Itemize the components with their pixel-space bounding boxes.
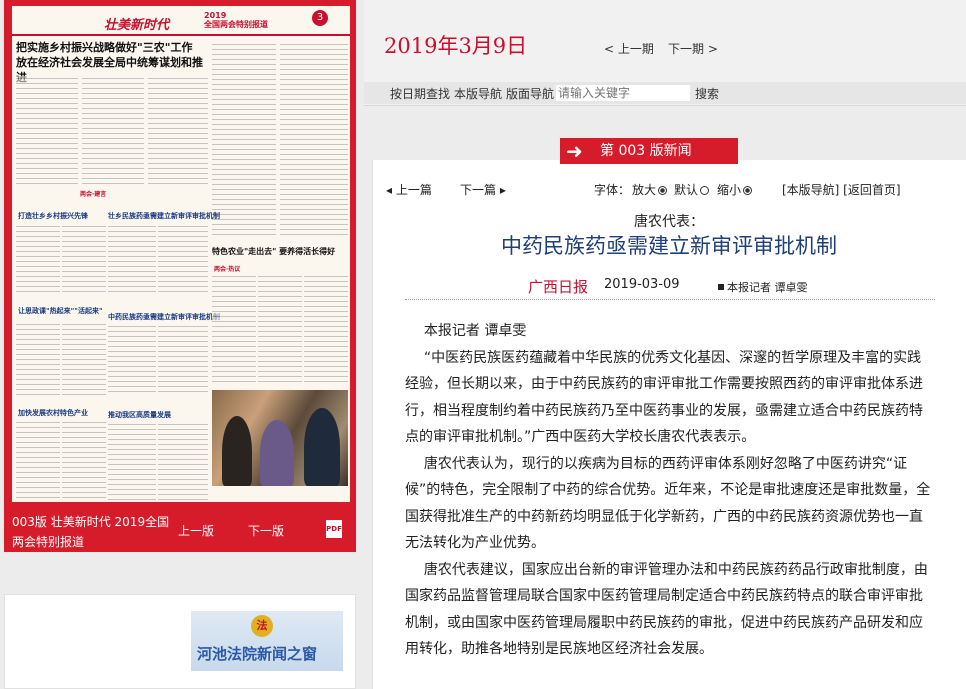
text-column [158,224,208,294]
next-article-label: 下一篇 [460,183,497,197]
article-divider [405,299,935,300]
ad-box: 法 河池法院新闻之窗 [4,594,356,689]
pdf-icon[interactable]: PDF [326,520,342,538]
photo-figure [222,416,252,486]
text-column [212,274,256,386]
newspaper-subhead: 推动我区高质量发展 [108,411,171,419]
newspaper-subbrand-text: 全国两会特别报道 [204,20,268,29]
search-button[interactable]: 搜索 [695,85,719,102]
article-source: 广西日报 [528,278,589,296]
text-column [62,420,106,500]
square-bullet-icon [718,284,724,290]
page-caption: 003版 壮美新时代 2019全国两会特别报道 [12,515,170,549]
article-nav-links[interactable]: [本版导航] [返回首页] [782,181,901,198]
newspaper-photo [212,390,348,486]
text-column [82,76,144,188]
newspaper-page-image[interactable]: 壮美新时代 2019 全国两会特别报道 3 把实施乡村振兴战略做好"三农"工作 … [12,6,350,502]
next-page-link[interactable]: 下一版 [248,522,284,539]
article-body: 本报记者 谭卓雯 “中医药民族医药蕴藏着中华民族的优秀文化基因、深邃的哲学原理及… [405,318,935,663]
text-column [280,42,348,238]
caret-right-icon: ▸ [499,183,506,197]
text-column [258,274,302,386]
prev-page-link[interactable]: 上一版 [178,522,214,539]
caret-left-icon: ◂ [386,183,393,197]
text-column [148,76,208,188]
text-column [158,422,208,500]
newspaper-section-tag: 两会·建言 [80,191,107,198]
article-date: 2019-03-09 [604,277,680,292]
prev-article-link[interactable]: ◂ 上一篇 [386,181,432,198]
article-title: 中药民族药亟需建立新审评审批机制 [501,234,837,258]
newspaper-page-frame: 壮美新时代 2019 全国两会特别报道 3 把实施乡村振兴战略做好"三农"工作 … [4,0,356,552]
font-small-option[interactable]: 缩小 [717,181,753,198]
article-paragraph: 唐农代表建议，国家应出台新的审评管理办法和中药民族药药品行政审批制度，由国家药品… [405,561,928,658]
issue-date: 2019年3月9日 [384,34,528,58]
newspaper-subhead: 让思政课"热起来""活起来" [18,307,103,315]
text-column [16,322,60,396]
date-search-link[interactable]: 按日期查找 [390,85,450,102]
next-article-link[interactable]: 下一篇 ▸ [460,181,506,198]
text-column [16,420,60,500]
newspaper-feature-title: 特色农业"走出去" 要养得活长得好 [212,246,336,256]
article-paragraph: 唐农代表认为，现行的以疾病为目标的西药评审体系刚好忽略了中医药讲究“证候”的特色… [405,455,931,552]
reporter-name: 本报记者 谭卓雯 [727,281,808,294]
section-label: 第 003 版新闻 [600,143,692,159]
text-column [108,224,156,294]
font-default-option[interactable]: 默认 [674,181,710,198]
text-column [108,422,156,500]
prev-issue-link[interactable]: < 上一期 [604,40,654,57]
layout-nav-link[interactable]: 版面导航 [506,85,554,102]
newspaper-subbrand-year: 2019 [204,11,227,20]
text-column [16,76,78,188]
font-default-label: 默认 [674,183,699,197]
text-column [304,274,348,386]
article-reporter: 本报记者 谭卓雯 [718,279,808,295]
text-column [62,322,106,396]
prev-article-label: 上一篇 [395,183,432,197]
font-size-label: 字体： [594,183,631,197]
article-paragraph: 本报记者 谭卓雯 [423,323,527,339]
text-column [158,324,208,396]
newspaper-masthead: 壮美新时代 2019 全国两会特别报道 3 [12,6,350,36]
font-default-radio[interactable] [700,186,710,195]
search-input[interactable] [556,85,690,101]
newspaper-brand: 壮美新时代 [104,18,170,33]
newspaper-subhead: 打造壮乡乡村振兴先锋 [18,212,88,220]
font-big-label: 放大 [632,183,657,197]
court-news-banner[interactable]: 法 河池法院新闻之窗 [191,611,343,671]
newspaper-page-number: 3 [312,10,328,26]
newspaper-subhead: 中药民族药亟需建立新审评审批机制 [108,313,220,321]
font-big-option[interactable]: 放大 [632,181,668,198]
newspaper-section-tag-2: 两会·热议 [214,266,241,273]
photo-figure [304,408,340,486]
font-big-radio[interactable] [658,186,668,195]
banner-text: 河池法院新闻之窗 [197,645,318,663]
arrow-right-icon: ➜ [566,139,583,163]
newspaper-headline-line-1: 把实施乡村振兴战略做好"三农"工作 [16,41,193,54]
text-column [16,224,60,294]
court-emblem-icon: 法 [251,615,273,637]
photo-figure [260,420,294,486]
newspaper-subhead: 壮乡民族药亟需建立新审评审批机制 [108,212,220,220]
newspaper-subhead: 加快发展农村特色产业 [18,409,88,417]
page-nav-link[interactable]: 本版导航 [454,85,502,102]
article-paragraph: “中医药民族医药蕴藏着中华民族的优秀文化基因、深邃的哲学原理及丰富的实践经验，但… [405,349,923,446]
next-issue-link[interactable]: 下一期 > [668,40,718,57]
newspaper-subbrand: 2019 全国两会特别报道 [204,11,268,29]
page-section-tag: ➜ 第 003 版新闻 [560,138,738,164]
font-small-radio[interactable] [743,186,753,195]
text-column [212,42,276,238]
text-column [108,324,156,396]
text-column [62,224,106,294]
article-kicker: 唐农代表： [634,214,704,230]
font-small-label: 缩小 [717,183,742,197]
